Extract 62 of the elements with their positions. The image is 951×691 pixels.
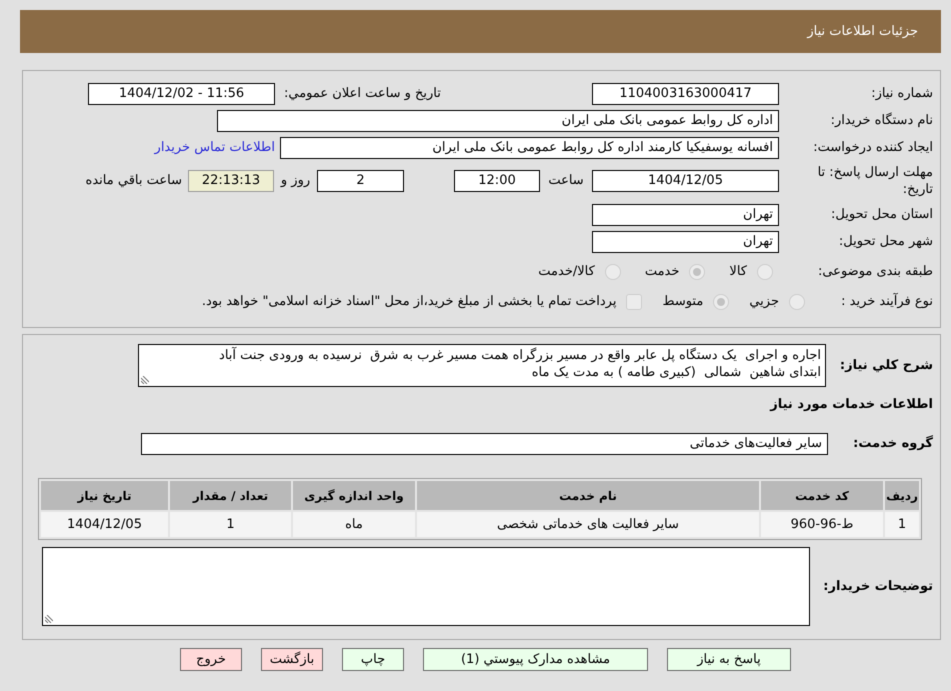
radio-label: کالا <box>729 263 747 282</box>
section-heading: اطلاعات خدمات مورد نیاز <box>770 396 933 414</box>
field-label: طبقه بندی موضوعی: <box>816 263 933 282</box>
action-button[interactable]: بازگشت <box>261 648 323 671</box>
buyer-name-field[interactable]: اداره کل روابط عمومی بانک ملی ایران <box>217 110 779 132</box>
resize-grip-icon[interactable] <box>45 615 53 623</box>
table-cell: ط-96-960 <box>761 512 883 537</box>
table-header-cell: تعداد / مقدار <box>170 481 291 510</box>
action-button[interactable]: خروج <box>180 648 242 671</box>
service-group-field[interactable]: سایر فعالیت‌های خدماتی <box>141 433 828 455</box>
action-button[interactable]: چاپ <box>342 648 404 671</box>
field-label: نام دستگاه خریدار: <box>830 112 933 130</box>
field-label: ساعت باقي مانده <box>86 172 182 190</box>
province-field[interactable]: تهران <box>592 204 779 226</box>
buyer-notes-field[interactable] <box>42 547 810 626</box>
table-header-cell: ردیف <box>885 481 919 510</box>
field-label: روز و <box>280 172 310 190</box>
radio-button[interactable] <box>789 294 805 310</box>
table-cell: ماه <box>293 512 415 537</box>
description-field[interactable]: اجاره و اجرای یک دستگاه پل عابر واقع در مسیر بزرگراه همت مسیر غرب به شرق نرسیده به ورودی جنت آباد ابتدای شاهین شمالی (کبیری طامه ) به مدت یک ماه <box>138 344 826 387</box>
radio-label: متوسط <box>662 293 704 312</box>
field-label: ایجاد کننده درخواست: <box>812 139 933 158</box>
action-button[interactable]: مشاهده مدارک پیوستي (1) <box>423 648 648 671</box>
field-label: نوع فرآیند خرید : <box>840 292 933 312</box>
table-header-cell: نام خدمت <box>417 481 759 510</box>
deadline-date-field[interactable]: 1404/12/05 <box>592 170 779 192</box>
field-label: توضیحات خریدار: <box>822 578 933 596</box>
countdown-field: 22:13:13 <box>188 170 274 192</box>
field-label: تاریخ و ساعت اعلان عمومي: <box>284 85 441 104</box>
requester-field[interactable]: افسانه یوسفیکیا کارمند اداره کل روابط عمومی بانک ملی ایران <box>280 137 779 159</box>
table-header-cell: تاریخ نیاز <box>41 481 168 510</box>
checkbox[interactable] <box>626 294 642 310</box>
table-cell: 1404/12/05 <box>41 512 168 537</box>
checkbox-label: پرداخت تمام یا بخشی از مبلغ خرید،از محل "اسناد خزانه اسلامی" خواهد بود. <box>202 293 616 312</box>
deadline-time-field[interactable]: 12:00 <box>454 170 540 192</box>
field-label: استان محل تحویل: <box>830 206 933 224</box>
announcement-date-field[interactable]: 1404/12/02 - 11:56 <box>88 83 275 105</box>
field-label: شهر محل تحویل: <box>838 233 933 252</box>
radio-button[interactable] <box>689 264 706 280</box>
table-header-cell: کد خدمت <box>761 481 883 510</box>
field-label: ساعت <box>548 172 584 190</box>
city-field[interactable]: تهران <box>592 231 779 253</box>
table-cell: 1 <box>885 512 919 537</box>
days-field[interactable]: 2 <box>317 170 404 192</box>
table-header-cell: واحد اندازه گیری <box>293 481 415 510</box>
page-title: جزئیات اطلاعات نیاز <box>807 22 918 41</box>
action-button[interactable]: پاسخ به نیاز <box>667 648 791 671</box>
radio-button[interactable] <box>713 294 730 310</box>
radio-label: کالا/خدمت <box>538 263 595 282</box>
radio-button[interactable] <box>757 264 773 280</box>
resize-grip-icon[interactable] <box>141 376 149 384</box>
field-label: گروه خدمت: <box>852 434 933 454</box>
need-number-field[interactable]: 1104003163000417 <box>592 83 779 105</box>
radio-button[interactable] <box>604 264 621 280</box>
contact-link[interactable]: اطلاعات تماس خریدار <box>154 138 275 158</box>
radio-label: خدمت <box>644 263 680 282</box>
field-label: شماره نیاز: <box>870 85 933 104</box>
field-label: مهلت ارسال پاسخ: تا تاریخ: <box>816 164 933 198</box>
field-label: شرح کلي نياز: <box>838 356 933 375</box>
radio-label: جزيي <box>749 293 779 312</box>
table-cell: 1 <box>170 512 291 537</box>
table-cell: سایر فعالیت های خدماتی شخصی <box>417 512 759 537</box>
